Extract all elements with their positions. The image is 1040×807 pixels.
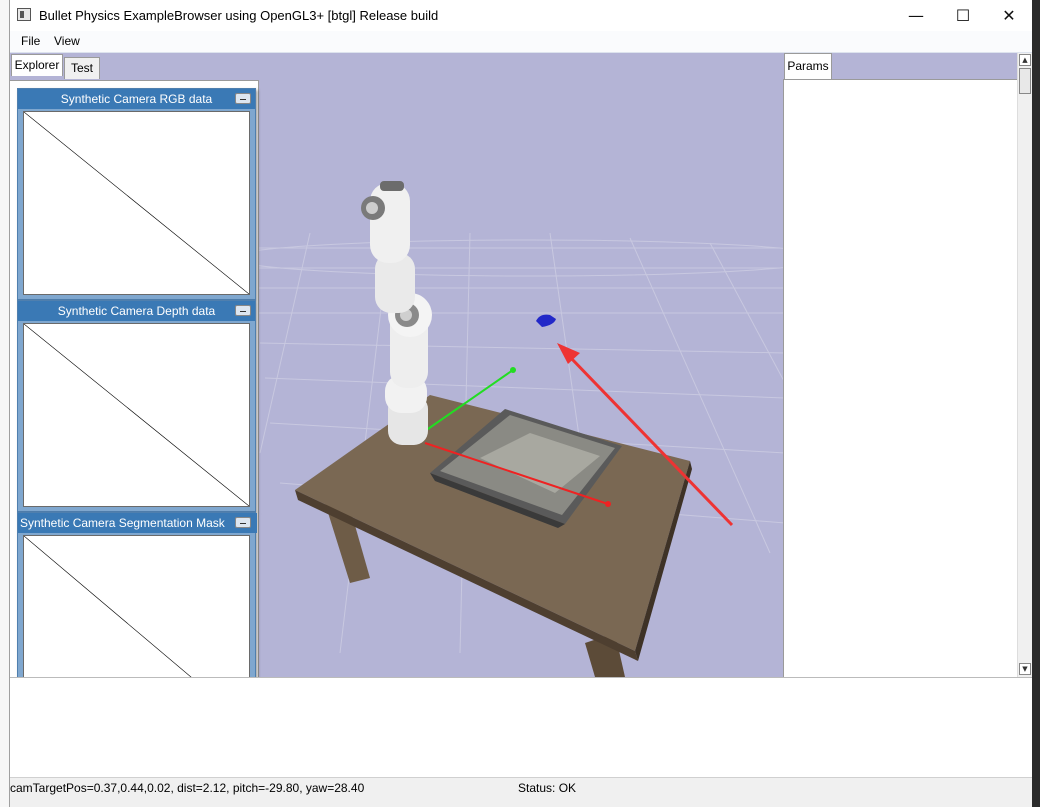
camera-depth-window[interactable]: Synthetic Camera Depth data bbox=[17, 300, 256, 512]
menu-bar: File View bbox=[10, 31, 1032, 53]
window-title: Bullet Physics ExampleBrowser using Open… bbox=[39, 8, 439, 23]
desktop-left-edge bbox=[0, 0, 9, 807]
minimize-icon[interactable] bbox=[235, 93, 251, 104]
tab-test[interactable]: Test bbox=[64, 57, 100, 79]
empty-image-icon bbox=[24, 112, 249, 294]
scroll-down-icon[interactable]: ▼ bbox=[1019, 663, 1031, 675]
status-bar: camTargetPos=0.37,0.44,0.02, dist=2.12, … bbox=[10, 777, 1032, 798]
tab-params[interactable]: Params bbox=[784, 53, 832, 79]
camera-rgb-window[interactable]: Synthetic Camera RGB data bbox=[17, 88, 256, 300]
target-object bbox=[536, 314, 556, 327]
desktop-right-edge bbox=[1031, 0, 1040, 807]
empty-image-icon bbox=[24, 324, 249, 506]
scroll-up-icon[interactable]: ▲ bbox=[1019, 54, 1031, 66]
maximize-button[interactable]: ☐ bbox=[940, 0, 986, 31]
minimize-icon[interactable] bbox=[235, 305, 251, 316]
tab-explorer[interactable]: Explorer bbox=[11, 54, 63, 76]
camera-status-text: camTargetPos=0.37,0.44,0.02, dist=2.12, … bbox=[10, 781, 365, 795]
camera-segmentation-title[interactable]: Synthetic Camera Segmentation Mask bbox=[18, 513, 257, 533]
menu-view[interactable]: View bbox=[54, 34, 80, 48]
menu-file[interactable]: File bbox=[21, 34, 40, 48]
camera-depth-title[interactable]: Synthetic Camera Depth data bbox=[18, 301, 255, 321]
close-button[interactable]: ✕ bbox=[986, 0, 1032, 31]
status-text: Status: OK bbox=[518, 781, 577, 795]
camera-depth-view bbox=[23, 323, 250, 507]
output-console[interactable] bbox=[10, 677, 1032, 778]
params-panel bbox=[783, 79, 1017, 677]
camera-rgb-title[interactable]: Synthetic Camera RGB data bbox=[18, 89, 255, 109]
params-tab-strip bbox=[832, 53, 1017, 79]
minimize-icon[interactable] bbox=[235, 517, 251, 528]
scroll-thumb[interactable] bbox=[1019, 68, 1031, 94]
camera-rgb-view bbox=[23, 111, 250, 295]
app-icon bbox=[17, 8, 31, 21]
app-window: Bullet Physics ExampleBrowser using Open… bbox=[9, 0, 1032, 807]
title-bar[interactable]: Bullet Physics ExampleBrowser using Open… bbox=[10, 0, 1032, 31]
minimize-button[interactable]: — bbox=[893, 0, 939, 31]
params-scrollbar[interactable]: ▲ ▼ bbox=[1017, 53, 1032, 677]
